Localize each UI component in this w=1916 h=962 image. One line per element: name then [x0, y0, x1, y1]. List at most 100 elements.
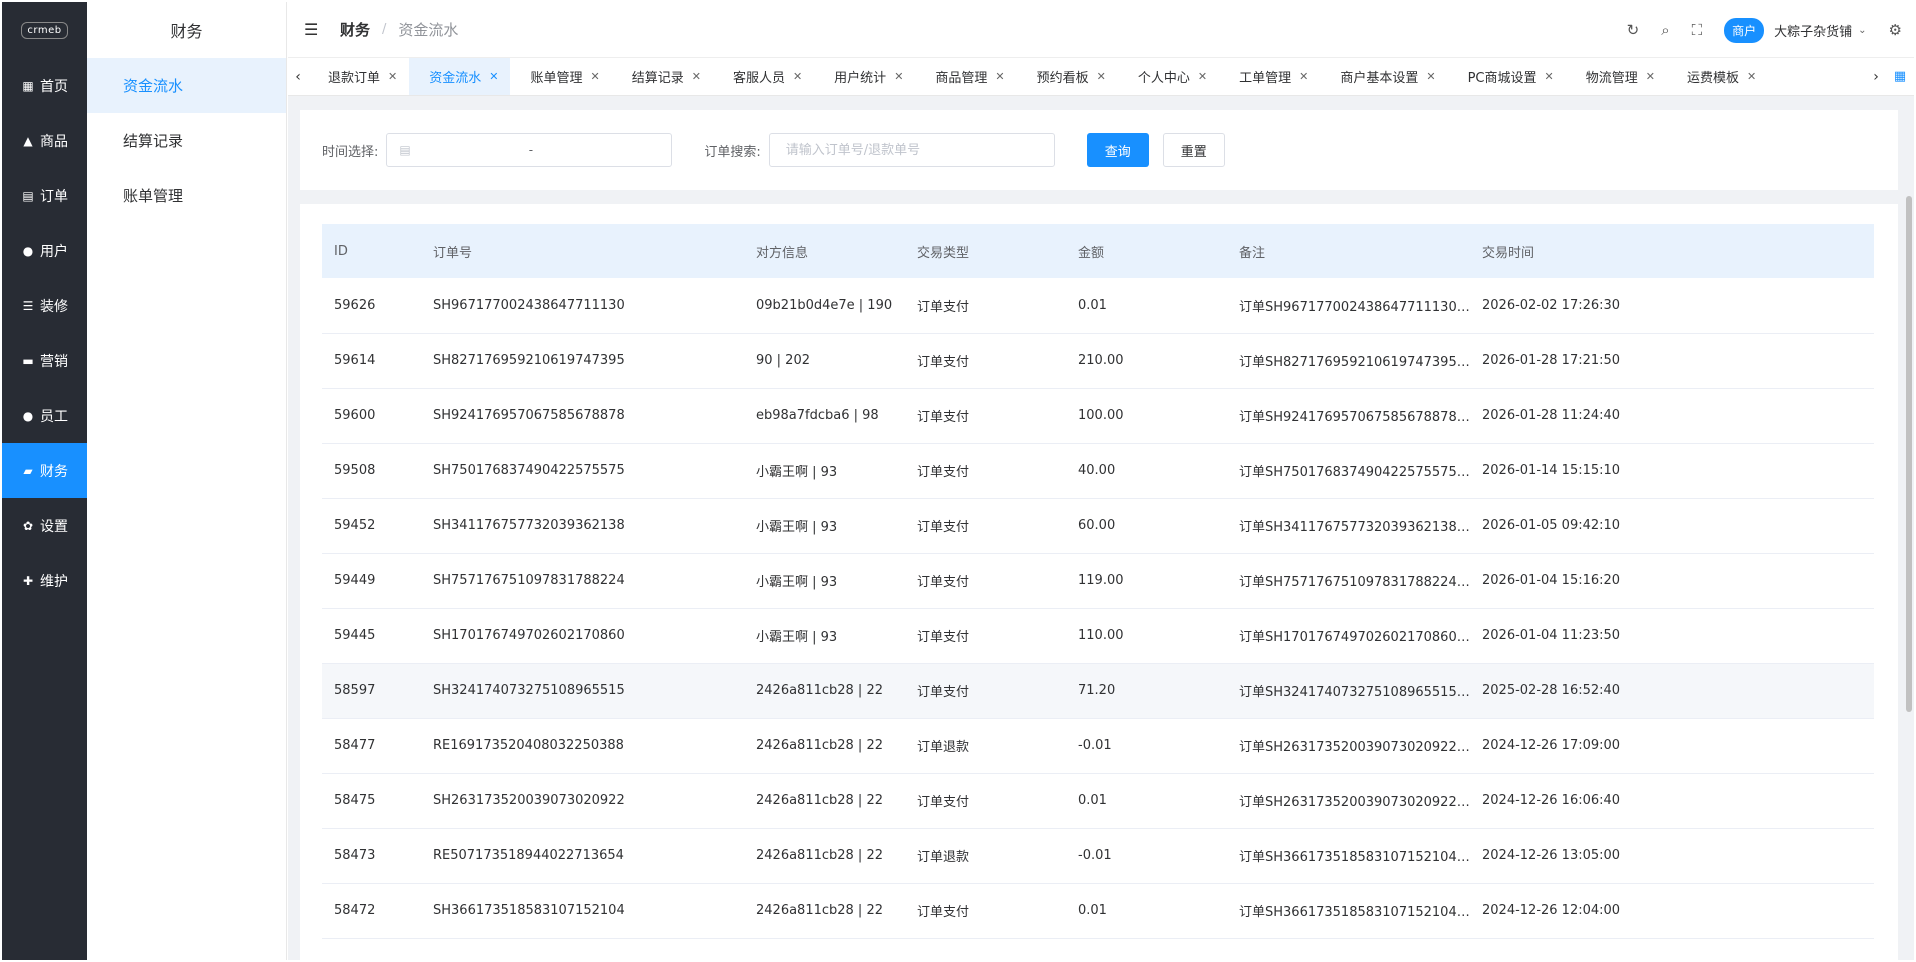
close-icon[interactable]: ✕ — [793, 70, 802, 83]
table-cell: SH924176957067585678878 — [433, 408, 625, 423]
tab-6[interactable]: 商品管理 ✕ — [915, 58, 1016, 95]
tab-2[interactable]: 账单管理 ✕ — [510, 58, 611, 95]
table-cell: 100.00 — [1078, 408, 1124, 423]
date-range-picker[interactable]: ▤ - — [386, 133, 673, 167]
table-row: 58597 SH324174073275108965515 2426a811cb28… — [322, 663, 1874, 718]
marketing-icon: ▬ — [22, 353, 34, 368]
refresh-icon[interactable]: ↻ — [1627, 21, 1640, 39]
close-icon[interactable]: ✕ — [894, 70, 903, 83]
submenu-item-settlement[interactable]: 结算记录 — [87, 113, 286, 168]
rail-item-6[interactable]: ● 员工 — [2, 388, 87, 443]
table-cell: SH341176757732039362138 — [433, 518, 625, 533]
filter-panel: 时间选择: ▤ - 订单搜索: 查询 重置 — [300, 110, 1898, 190]
rail-item-0[interactable]: ▦ 首页 — [2, 58, 87, 113]
table-cell: 订单SH750176837490422575575支付20.00元 — [1239, 465, 1470, 480]
tab-label: 用户统计 — [834, 71, 887, 86]
close-icon[interactable]: ✕ — [590, 70, 599, 83]
close-icon[interactable]: ✕ — [1747, 70, 1756, 83]
close-icon[interactable]: ✕ — [1299, 70, 1308, 83]
close-icon[interactable]: ✕ — [995, 70, 1004, 83]
close-icon[interactable]: ✕ — [1097, 70, 1106, 83]
submenu-item-fund-flow[interactable]: 资金流水 — [87, 58, 286, 113]
close-icon[interactable]: ✕ — [388, 70, 397, 83]
tabs-prev-icon[interactable]: ‹ — [288, 69, 308, 85]
rail-item-9[interactable]: ✚ 维护 — [2, 553, 87, 608]
table-cell: 2026-01-04 15:16:20 — [1482, 573, 1621, 588]
table-cell: 59626 — [334, 297, 376, 313]
tab-0[interactable]: 退款订单 ✕ — [308, 58, 409, 95]
table-cell: 40.00 — [1078, 463, 1116, 478]
submenu-item-bills[interactable]: 账单管理 — [87, 168, 286, 223]
vertical-scrollbar[interactable] — [1906, 196, 1912, 712]
store-dropdown[interactable]: 大粽子杂货铺 ⌄ — [1774, 21, 1866, 40]
rail-item-1[interactable]: ▲ 商品 — [2, 113, 87, 168]
tab-1[interactable]: 资金流水 ✕ — [409, 58, 511, 95]
table-cell: 小霸王啊 | 93 — [756, 520, 838, 535]
tab-label: 工单管理 — [1239, 71, 1292, 86]
table-cell: 2426a811cb28 | 22 — [756, 848, 883, 863]
tab-4[interactable]: 客服人员 ✕ — [713, 58, 814, 95]
table-cell: 59452 — [334, 518, 376, 533]
main-content: 时间选择: ▤ - 订单搜索: 查询 重置 ID 订单号 对方信息 交易类型 金额 备注 交… — [288, 96, 1914, 960]
table-cell: 小霸王啊 | 93 — [756, 575, 838, 590]
tabs-next-icon[interactable]: › — [1866, 69, 1886, 85]
table-cell: 90 | 202 — [756, 353, 810, 368]
table-row: 59508 SH750176837490422575575 小霸王啊 | 93 订单支… — [322, 443, 1874, 498]
tab-3[interactable]: 结算记录 ✕ — [612, 58, 713, 95]
gear-icon: ✿ — [22, 518, 34, 533]
table-cell: 订单退款 — [917, 850, 970, 865]
table-cell: 订单支付 — [917, 355, 970, 370]
time-label: 时间选择: — [322, 144, 379, 160]
rail-item-7[interactable]: ▰ 财务 — [2, 443, 87, 498]
rail-item-4[interactable]: ☰ 装修 — [2, 278, 87, 333]
tab-label: 物流管理 — [1585, 71, 1638, 86]
table-cell: 2426a811cb28 | 22 — [756, 793, 883, 808]
tab-5[interactable]: 用户统计 ✕ — [814, 58, 915, 95]
table-cell: 订单SH263173520039073020922支付0.01元 — [1239, 795, 1470, 810]
tab-13[interactable]: 运费模板 ✕ — [1667, 58, 1768, 95]
table-cell: -0.01 — [1078, 848, 1112, 863]
grid-icon[interactable]: ▦ — [1886, 69, 1914, 84]
table-cell: 订单SH341176757732039362138支付20.00元 — [1239, 520, 1470, 535]
close-icon[interactable]: ✕ — [692, 70, 701, 83]
order-search-input[interactable] — [768, 133, 1055, 167]
fullscreen-icon[interactable]: ⛶ — [1692, 21, 1703, 39]
table-row: 58477 RE169173520408032250388 2426a811cb28… — [322, 718, 1874, 773]
table-cell: 2024-12-26 12:04:00 — [1482, 903, 1621, 918]
gear-icon[interactable]: ⚙ — [1889, 21, 1902, 39]
rail-item-3[interactable]: ● 用户 — [2, 223, 87, 278]
column-header: 交易时间 — [1482, 245, 1535, 261]
tab-8[interactable]: 个人中心 ✕ — [1118, 58, 1219, 95]
close-icon[interactable]: ✕ — [1426, 70, 1435, 83]
tab-label: 资金流水 — [429, 71, 482, 86]
tab-10[interactable]: 商户基本设置 ✕ — [1320, 58, 1447, 95]
table-cell: 订单SH827176959210619747395支付110.00元 — [1239, 355, 1470, 370]
query-button[interactable]: 查询 — [1086, 133, 1149, 167]
rail-item-8[interactable]: ✿ 设置 — [2, 498, 87, 553]
table-cell: 2426a811cb28 | 22 — [756, 738, 883, 753]
table-cell: 2024-12-26 16:06:40 — [1482, 793, 1621, 808]
close-icon[interactable]: ✕ — [1545, 70, 1554, 83]
tab-11[interactable]: PC商城设置 ✕ — [1448, 58, 1566, 95]
close-icon[interactable]: ✕ — [1646, 70, 1655, 83]
breadcrumb-root[interactable]: 财务 — [340, 19, 370, 40]
table-cell: RE169173520408032250388 — [433, 738, 624, 753]
table-cell: 订单SH324174073275108965515支付49.00元 — [1239, 685, 1470, 700]
table-cell: 2426a811cb28 | 22 — [756, 903, 883, 918]
table-cell: 2026-01-28 11:24:40 — [1482, 408, 1621, 423]
close-icon[interactable]: ✕ — [1198, 70, 1207, 83]
rail-item-label: 首页 — [40, 78, 68, 95]
table-cell: 订单SH366173518583107152104退款0.01元 — [1239, 850, 1470, 865]
tab-7[interactable]: 预约看板 ✕ — [1017, 58, 1118, 95]
close-icon[interactable]: ✕ — [489, 70, 498, 83]
tab-12[interactable]: 物流管理 ✕ — [1566, 58, 1667, 95]
menu-toggle-icon[interactable]: ☰ — [304, 20, 320, 39]
rail-item-5[interactable]: ▬ 营销 — [2, 333, 87, 388]
breadcrumb-separator: / — [382, 22, 387, 37]
tab-9[interactable]: 工单管理 ✕ — [1219, 58, 1320, 95]
rail-item-2[interactable]: ▤ 订单 — [2, 168, 87, 223]
reset-button[interactable]: 重置 — [1162, 133, 1225, 167]
logo[interactable]: crmeb — [2, 2, 87, 58]
table-row: 59600 SH924176957067585678878 eb98a7fdcba6… — [322, 388, 1874, 443]
search-icon[interactable]: ⌕ — [1661, 21, 1669, 39]
